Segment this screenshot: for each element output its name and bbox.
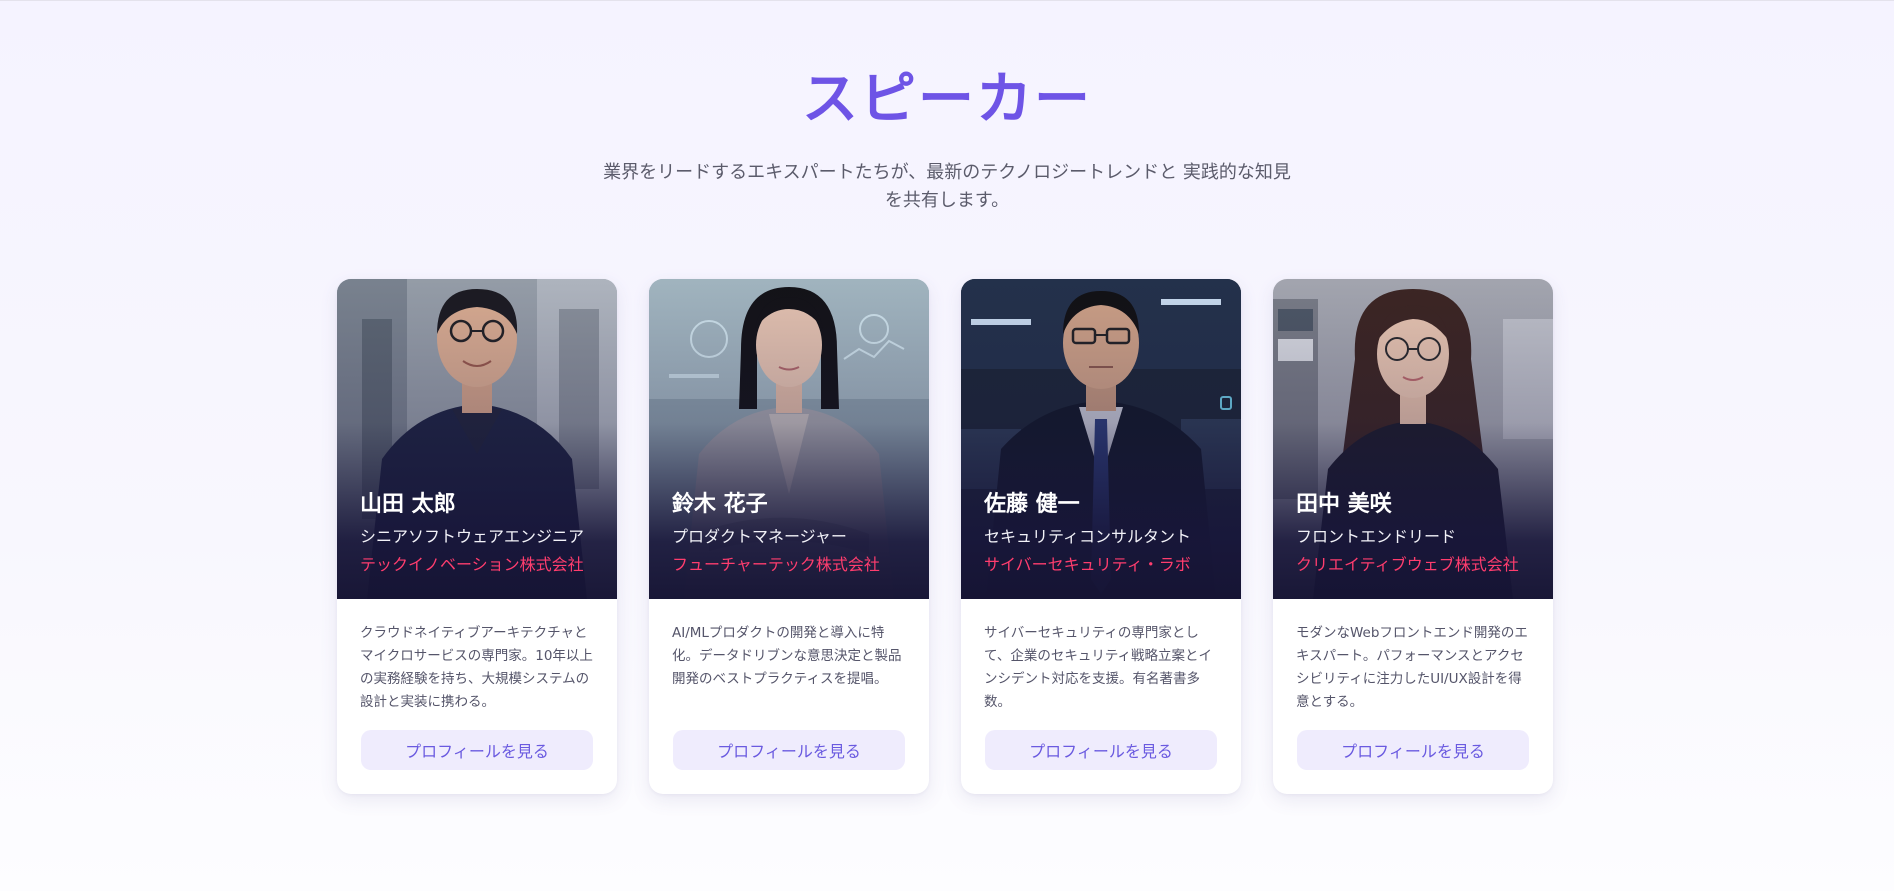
speaker-card: 鈴木 花子 プロダクトマネージャー フューチャーテック株式会社 AI/MLプロダ… bbox=[649, 279, 929, 794]
view-profile-button[interactable]: プロフィールを見る bbox=[673, 730, 905, 770]
view-profile-button[interactable]: プロフィールを見る bbox=[361, 730, 593, 770]
speaker-card: 山田 太郎 シニアソフトウェアエンジニア テックイノベーション株式会社 クラウド… bbox=[337, 279, 617, 794]
speaker-company: テックイノベーション株式会社 bbox=[360, 555, 584, 574]
speaker-role: プロダクトマネージャー bbox=[672, 527, 847, 546]
speaker-name: 山田 太郎 bbox=[360, 492, 456, 517]
speaker-card: 田中 美咲 フロントエンドリード クリエイティブウェブ株式会社 モダンなWebフ… bbox=[1273, 279, 1553, 794]
speaker-bio: サイバーセキュリティの専門家として、企業のセキュリティ戦略立案とインシデント対応… bbox=[984, 625, 1213, 710]
speaker-role: シニアソフトウェアエンジニア bbox=[360, 527, 585, 546]
speaker-bio: AI/MLプロダクトの開発と導入に特化。データドリブンな意思決定と製品開発のベス… bbox=[672, 625, 902, 687]
top-divider bbox=[0, 0, 1894, 1]
speaker-bio: クラウドネイティブアーキテクチャとマイクロサービスの専門家。10年以上の実務経験… bbox=[360, 625, 593, 710]
speaker-company: サイバーセキュリティ・ラボ bbox=[984, 555, 1191, 574]
speaker-bio: モダンなWebフロントエンド開発のエキスパート。パフォーマンスとアクセシビリティ… bbox=[1296, 625, 1528, 710]
speaker-role: セキュリティコンサルタント bbox=[984, 527, 1192, 546]
speaker-name: 田中 美咲 bbox=[1296, 492, 1392, 517]
speaker-card: 佐藤 健一 セキュリティコンサルタント サイバーセキュリティ・ラボ サイバーセキ… bbox=[961, 279, 1241, 794]
section-title: スピーカー bbox=[802, 67, 1092, 132]
speaker-name: 佐藤 健一 bbox=[984, 492, 1080, 517]
view-profile-button[interactable]: プロフィールを見る bbox=[985, 730, 1217, 770]
view-profile-button[interactable]: プロフィールを見る bbox=[1297, 730, 1529, 770]
speaker-company: フューチャーテック株式会社 bbox=[672, 555, 880, 574]
speaker-name: 鈴木 花子 bbox=[672, 492, 768, 517]
section-description: 業界をリードするエキスパートたちが、最新のテクノロジートレンドと 実践的な知見を… bbox=[603, 162, 1291, 211]
speaker-role: フロントエンドリード bbox=[1296, 527, 1457, 546]
speaker-company: クリエイティブウェブ株式会社 bbox=[1296, 555, 1519, 574]
speaker-cards: 山田 太郎 シニアソフトウェアエンジニア テックイノベーション株式会社 クラウド… bbox=[337, 279, 1557, 794]
